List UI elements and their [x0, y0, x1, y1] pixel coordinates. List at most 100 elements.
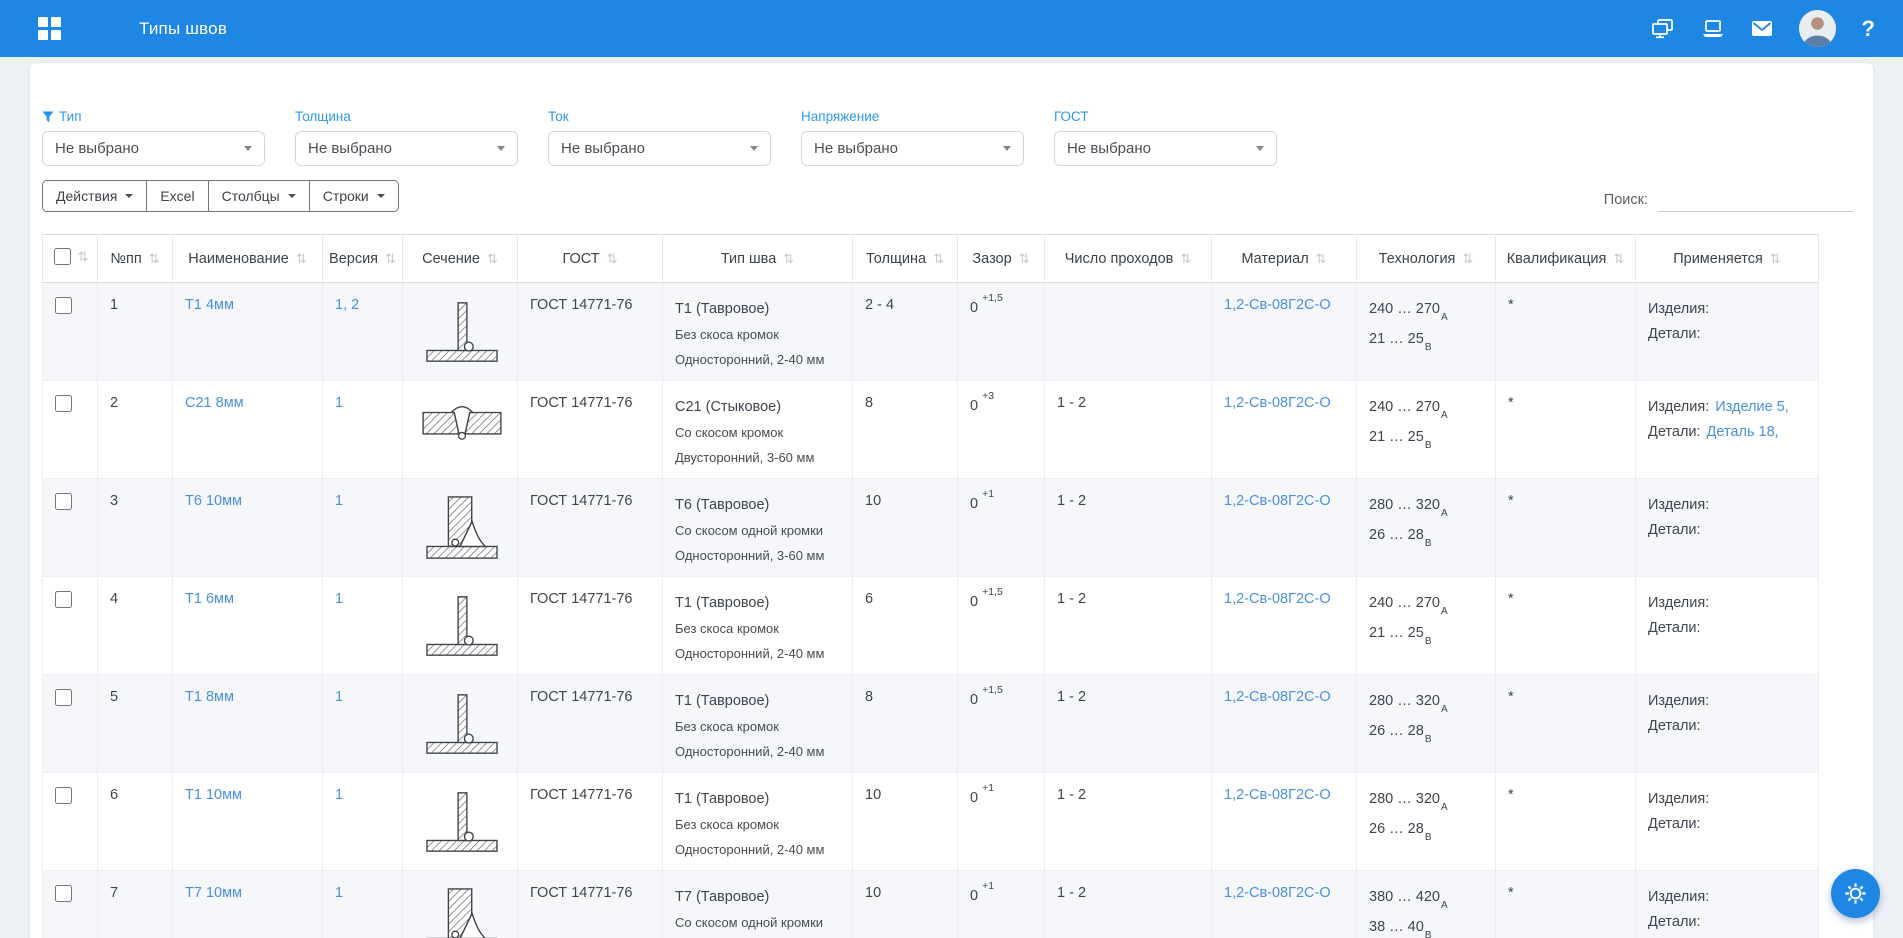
- applies-line: Детали:: [1648, 910, 1810, 935]
- filter-select-current[interactable]: Не выбрано: [548, 131, 771, 166]
- sort-icon[interactable]: ⇅: [78, 249, 89, 265]
- weld-section-icon: [419, 297, 505, 367]
- products-link[interactable]: Изделие 5,: [1715, 399, 1789, 415]
- seam-type-line: Т1 (Тавровое): [675, 297, 844, 322]
- sort-icon[interactable]: ⇅: [1180, 251, 1191, 267]
- version-link[interactable]: 1, 2: [335, 297, 359, 313]
- row-checkbox[interactable]: [55, 297, 72, 314]
- material-link[interactable]: 1,2-Св-08Г2С-О: [1224, 493, 1331, 509]
- filter-select-thickness[interactable]: Не выбрано: [295, 131, 518, 166]
- sort-icon[interactable]: ⇅: [607, 251, 618, 267]
- actions-button[interactable]: Действия: [42, 180, 147, 212]
- column-header-seam-type[interactable]: Тип шва ⇅: [663, 235, 853, 283]
- search-input[interactable]: [1658, 189, 1853, 212]
- sort-icon[interactable]: ⇅: [149, 251, 160, 267]
- material-link[interactable]: 1,2-Св-08Г2С-О: [1224, 885, 1331, 901]
- sort-icon[interactable]: ⇅: [1613, 251, 1624, 267]
- seam-name-link[interactable]: Т1 4мм: [185, 297, 234, 313]
- cell-seam-type: Т1 (Тавровое)Без скоса кромокОдносторонн…: [663, 577, 853, 675]
- version-link[interactable]: 1: [335, 689, 343, 705]
- sort-icon[interactable]: ⇅: [487, 251, 498, 267]
- parts-link[interactable]: Деталь 18,: [1707, 424, 1779, 440]
- material-link[interactable]: 1,2-Св-08Г2С-О: [1224, 395, 1331, 411]
- version-link[interactable]: 1: [335, 591, 343, 607]
- column-label: Версия: [329, 251, 378, 267]
- column-header-technology[interactable]: Технология⇅: [1357, 235, 1496, 283]
- column-header-material[interactable]: Материал⇅: [1212, 235, 1357, 283]
- column-label: Тип шва: [721, 251, 776, 267]
- excel-button[interactable]: Excel: [146, 180, 208, 212]
- column-header-select[interactable]: ⇅: [43, 235, 98, 283]
- version-link[interactable]: 1: [335, 493, 343, 509]
- settings-fab[interactable]: [1831, 869, 1880, 918]
- applies-line: Изделия:Изделие 5,: [1648, 395, 1810, 420]
- filter-select-voltage[interactable]: Не выбрано: [801, 131, 1024, 166]
- filter-select-gost[interactable]: Не выбрано: [1054, 131, 1277, 166]
- filter-label: ГОСТ: [1054, 109, 1089, 124]
- seam-type-line: Со скосом кромок: [675, 420, 844, 445]
- apps-grid-icon[interactable]: [38, 17, 61, 40]
- seam-name-link[interactable]: Т6 10мм: [185, 493, 242, 509]
- cell-row-number: 6: [98, 773, 173, 871]
- sort-icon[interactable]: ⇅: [1316, 251, 1327, 267]
- seam-name-link[interactable]: Т1 8мм: [185, 689, 234, 705]
- column-label: Наименование: [188, 251, 289, 267]
- sort-icon[interactable]: ⇅: [1019, 251, 1030, 267]
- technology-line: 26 … 28В: [1369, 523, 1487, 553]
- row-checkbox[interactable]: [55, 885, 72, 902]
- seam-type-line: Односторонний, 3-60 мм: [675, 543, 844, 568]
- column-header-passes[interactable]: Число проходов ⇅: [1045, 235, 1212, 283]
- sort-icon[interactable]: ⇅: [296, 251, 307, 267]
- seam-name-link[interactable]: Т1 6мм: [185, 591, 234, 607]
- columns-button[interactable]: Столбцы: [208, 180, 310, 212]
- sort-icon[interactable]: ⇅: [933, 251, 944, 267]
- gap-tolerance: +1,5: [982, 586, 1003, 598]
- cell-gost: ГОСТ 14771-76: [518, 283, 663, 381]
- row-checkbox[interactable]: [55, 689, 72, 706]
- seam-name-link[interactable]: С21 8мм: [185, 395, 244, 411]
- sort-icon[interactable]: ⇅: [783, 251, 794, 267]
- material-link[interactable]: 1,2-Св-08Г2С-О: [1224, 787, 1331, 803]
- column-header-gost[interactable]: ГОСТ⇅: [518, 235, 663, 283]
- seam-name-link[interactable]: Т1 10мм: [185, 787, 242, 803]
- material-link[interactable]: 1,2-Св-08Г2С-О: [1224, 689, 1331, 705]
- technology-unit: В: [1425, 342, 1432, 353]
- version-link[interactable]: 1: [335, 885, 343, 901]
- filter-label: Напряжение: [801, 109, 879, 124]
- column-header-applies[interactable]: Применяется⇅: [1636, 235, 1819, 283]
- version-link[interactable]: 1: [335, 395, 343, 411]
- material-link[interactable]: 1,2-Св-08Г2С-О: [1224, 591, 1331, 607]
- column-label: Число проходов: [1065, 251, 1174, 267]
- column-header-name[interactable]: Наименование ⇅: [173, 235, 323, 283]
- sort-icon[interactable]: ⇅: [385, 251, 396, 267]
- column-header-section[interactable]: Сечение⇅: [403, 235, 518, 283]
- cell-section: [403, 871, 518, 938]
- sort-icon[interactable]: ⇅: [1462, 251, 1473, 267]
- row-checkbox[interactable]: [55, 591, 72, 608]
- screens-icon[interactable]: [1651, 18, 1675, 40]
- row-checkbox[interactable]: [55, 787, 72, 804]
- rows-button[interactable]: Строки: [309, 180, 399, 212]
- column-header-gap[interactable]: Зазор⇅: [958, 235, 1045, 283]
- row-checkbox[interactable]: [55, 395, 72, 412]
- column-header-version[interactable]: Версия ⇅: [323, 235, 403, 283]
- column-header-qualification[interactable]: Квалификация⇅: [1496, 235, 1636, 283]
- toolbar-button-group: Действия Excel Столбцы Строки: [42, 180, 399, 212]
- cell-qualification: *: [1496, 675, 1636, 773]
- laptop-icon[interactable]: [1701, 19, 1725, 39]
- avatar[interactable]: [1799, 10, 1836, 47]
- row-checkbox[interactable]: [55, 493, 72, 510]
- select-all-checkbox[interactable]: [54, 248, 71, 265]
- column-header-num[interactable]: №пп⇅: [98, 235, 173, 283]
- cell-select: [43, 577, 98, 675]
- material-link[interactable]: 1,2-Св-08Г2С-О: [1224, 297, 1331, 313]
- help-icon[interactable]: ?: [1862, 16, 1881, 42]
- column-header-thickness[interactable]: Толщина⇅: [853, 235, 958, 283]
- cell-row-number: 4: [98, 577, 173, 675]
- version-link[interactable]: 1: [335, 787, 343, 803]
- filter-select-type[interactable]: Не выбрано: [42, 131, 265, 166]
- mail-icon[interactable]: [1751, 20, 1773, 37]
- sort-icon[interactable]: ⇅: [1770, 251, 1781, 267]
- page-title: Типы швов: [139, 19, 227, 39]
- seam-name-link[interactable]: Т7 10мм: [185, 885, 242, 901]
